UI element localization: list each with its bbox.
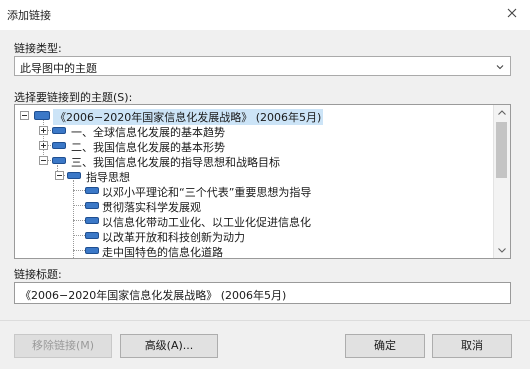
tree-node[interactable]: 以信息化带动工业化、以工业化促进信息化 [15, 213, 495, 229]
ok-button[interactable]: 确定 [345, 334, 425, 358]
scrollbar-thumb[interactable] [496, 122, 507, 178]
close-icon[interactable] [504, 5, 520, 21]
remove-link-button[interactable]: 移除链接(M) [14, 334, 112, 358]
topic-tree-label: 选择要链接到的主题(S): [14, 91, 133, 104]
tree-node[interactable]: 走中国特色的信息化道路 [15, 243, 495, 258]
topic-icon [52, 142, 66, 149]
link-type-value: 此导图中的主题 [20, 62, 97, 75]
link-title-value: 《2006−2020年国家信息化发展战略》 (2006年5月) [20, 289, 287, 302]
tree-node[interactable]: 以邓小平理论和“三个代表”重要思想为指导 [15, 183, 495, 199]
link-type-label: 链接类型: [14, 42, 62, 55]
topic-tree[interactable]: 《2006−2020年国家信息化发展战略》 (2006年5月) 一、全球信息化发… [14, 104, 511, 259]
tree-node[interactable]: 以改革开放和科技创新为动力 [15, 228, 495, 244]
collapse-toggle-icon[interactable] [39, 156, 48, 165]
collapse-toggle-icon[interactable] [55, 171, 64, 180]
topic-icon [67, 172, 81, 179]
link-title-label: 链接标题: [14, 268, 62, 281]
topic-icon [85, 187, 99, 194]
tree-node[interactable]: 贯彻落实科学发展观 [15, 198, 495, 214]
topic-icon [52, 157, 66, 164]
topic-icon [85, 232, 99, 239]
vertical-scrollbar[interactable] [493, 105, 510, 258]
title-bar: 添加链接 [0, 0, 530, 30]
chevron-down-icon [496, 65, 504, 70]
advanced-button[interactable]: 高级(A)... [120, 334, 218, 358]
tree-node-root[interactable]: 《2006−2020年国家信息化发展战略》 (2006年5月) [15, 108, 495, 125]
tree-node[interactable]: 一、全球信息化发展的基本趋势 [15, 123, 495, 139]
link-title-input[interactable]: 《2006−2020年国家信息化发展战略》 (2006年5月) [14, 282, 511, 304]
divider [0, 320, 530, 321]
tree-node-label: 走中国特色的信息化道路 [102, 246, 223, 259]
cancel-button[interactable]: 取消 [432, 334, 512, 358]
topic-icon [85, 247, 99, 254]
expand-toggle-icon[interactable] [39, 141, 48, 150]
expand-toggle-icon[interactable] [39, 126, 48, 135]
tree-node[interactable]: 指导思想 [15, 168, 495, 184]
topic-icon [85, 202, 99, 209]
tree-node[interactable]: 三、我国信息化发展的指导思想和战略目标 [15, 153, 495, 169]
scroll-up-icon[interactable] [494, 105, 510, 121]
topic-icon [52, 127, 66, 134]
topic-icon [85, 217, 99, 224]
tree-node[interactable]: 二、我国信息化发展的基本形势 [15, 138, 495, 154]
link-type-dropdown[interactable]: 此导图中的主题 [14, 56, 511, 76]
topic-icon [34, 111, 50, 120]
dialog-title: 添加链接 [7, 9, 51, 22]
scroll-down-icon[interactable] [494, 242, 510, 258]
collapse-toggle-icon[interactable] [20, 111, 29, 120]
